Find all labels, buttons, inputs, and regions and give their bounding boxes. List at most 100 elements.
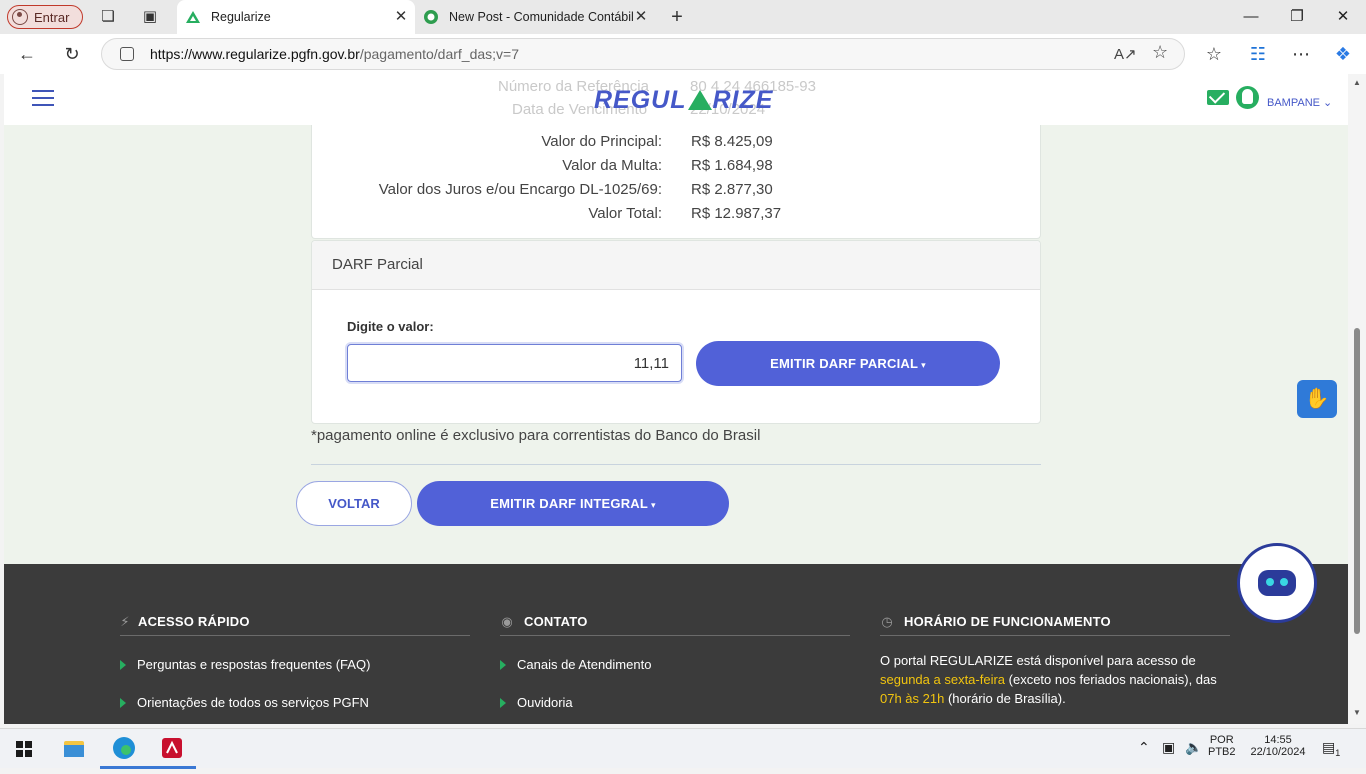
favorites-icon[interactable]: ☆ (1202, 43, 1226, 65)
restore-icon[interactable]: ❐ (1282, 6, 1312, 28)
address-bar[interactable]: https://www.regularize.pgfn.gov.br /paga… (101, 38, 1185, 70)
chatbot-robot-icon[interactable] (1237, 543, 1317, 623)
footer-divider (880, 635, 1230, 636)
bullet-icon (120, 660, 126, 670)
site-footer: ⚡ ACESSO RÁPIDO Perguntas e respostas fr… (4, 564, 1348, 724)
browser-tab-strip: Entrar ❏ ▣ Regularize ✕ New Post - Comun… (0, 0, 1366, 34)
total-label: Valor Total: (588, 205, 662, 222)
show-hidden-icons-icon[interactable]: ⌃ (1138, 739, 1150, 756)
language-indicator[interactable]: POR PTB2 (1208, 734, 1236, 758)
lightning-icon: ⚡ (120, 614, 130, 629)
user-icon[interactable] (1236, 86, 1259, 109)
favorite-star-icon[interactable]: ☆ (1152, 42, 1168, 63)
tab-actions-icon[interactable]: ▣ (140, 7, 160, 27)
url-path: /pagamento/darf_das;v=7 (359, 46, 520, 62)
menu-icon[interactable] (32, 90, 54, 106)
darf-parcial-title: DARF Parcial (332, 256, 423, 273)
accessibility-libras-icon[interactable]: ✋ (1297, 380, 1337, 418)
chat-bubble-icon: ◉ (501, 614, 513, 629)
hours-text: O portal REGULARIZE está disponível para… (880, 653, 1217, 706)
tab-title: Regularize (211, 10, 271, 24)
bullet-icon (120, 698, 126, 708)
canais-link[interactable]: Canais de Atendimento (517, 657, 651, 672)
acrobat-taskbar-button[interactable] (148, 729, 196, 769)
file-explorer-button[interactable] (50, 729, 98, 769)
refresh-icon[interactable]: ↻ (60, 43, 84, 65)
close-tab-icon[interactable]: ✕ (393, 9, 409, 25)
contact-title: CONTATO (524, 614, 588, 629)
principal-label: Valor do Principal: (541, 133, 662, 150)
juros-label: Valor dos Juros e/ou Encargo DL-1025/69: (378, 181, 662, 198)
caret-down-icon: ▾ (651, 500, 656, 510)
edge-taskbar-button[interactable] (100, 729, 148, 769)
quick-access-title: ACESSO RÁPIDO (138, 614, 250, 629)
summary-card-body: Valor do Principal: R$ 8.425,09 Valor da… (311, 125, 1041, 239)
value-input[interactable] (347, 344, 682, 382)
footer-divider (120, 635, 470, 636)
browser-toolbar: ← ↻ https://www.regularize.pgfn.gov.br /… (0, 34, 1366, 74)
new-tab-icon[interactable]: + (667, 7, 687, 27)
more-options-icon[interactable]: ⋯ (1289, 43, 1313, 65)
close-tab-icon[interactable]: ✕ (633, 9, 649, 25)
footer-divider (500, 635, 850, 636)
divider (311, 464, 1041, 465)
site-header-sticky: Número da Referência 80 4 24 466185-93 D… (4, 74, 1348, 125)
hours-title: HORÁRIO DE FUNCIONAMENTO (904, 614, 1111, 629)
regularize-favicon-icon (186, 11, 200, 23)
voltar-button[interactable]: VOLTAR (296, 481, 412, 526)
darf-parcial-header: DARF Parcial (312, 241, 1040, 290)
bullet-icon (500, 698, 506, 708)
emitir-darf-integral-button[interactable]: EMITIR DARF INTEGRAL ▾ (417, 481, 729, 526)
user-menu[interactable]: BAMPANE ⌄ (1267, 96, 1332, 109)
network-icon[interactable]: ▣ (1162, 739, 1175, 756)
read-aloud-icon[interactable]: A↗ (1114, 45, 1137, 63)
lock-icon (120, 47, 134, 61)
value-input-label: Digite o valor: (347, 319, 434, 334)
windows-logo-icon (16, 741, 32, 757)
emitir-darf-parcial-button[interactable]: EMITIR DARF PARCIAL ▾ (696, 341, 1000, 386)
page-body: Valor do Principal: R$ 8.425,09 Valor da… (4, 74, 1348, 724)
clock-icon: ◷ (881, 614, 893, 629)
close-window-icon[interactable]: ✕ (1328, 6, 1358, 28)
profile-button[interactable]: Entrar (7, 5, 83, 29)
total-value: R$ 12.987,37 (691, 205, 782, 222)
multa-value: R$ 1.684,98 (691, 157, 773, 174)
url-host: https://www.regularize.pgfn.gov.br (150, 46, 360, 62)
bullet-icon (500, 660, 506, 670)
copilot-icon[interactable]: ❖ (1331, 43, 1355, 65)
clock[interactable]: 14:55 22/10/2024 (1246, 734, 1310, 758)
juros-value: R$ 2.877,30 (691, 181, 773, 198)
tab-new-post[interactable]: New Post - Comunidade Contábil ✕ (415, 0, 655, 34)
logo-triangle-icon (687, 90, 712, 110)
windows-taskbar: ⌃ ▣ 🔈 POR PTB2 14:55 22/10/2024 ▤1 (0, 728, 1366, 769)
ouvidoria-link[interactable]: Ouvidoria (517, 695, 573, 710)
principal-value: R$ 8.425,09 (691, 133, 773, 150)
back-icon[interactable]: ← (15, 43, 39, 65)
edge-icon (113, 737, 135, 759)
profile-label: Entrar (34, 9, 70, 25)
folder-icon (64, 741, 84, 757)
multa-label: Valor da Multa: (562, 157, 662, 174)
mail-icon[interactable] (1207, 90, 1229, 105)
notifications-icon[interactable]: ▤1 (1322, 739, 1340, 758)
volume-icon[interactable]: 🔈 (1185, 739, 1202, 756)
tab-regularize[interactable]: Regularize ✕ (177, 0, 415, 34)
comunidade-favicon-icon (424, 10, 438, 24)
scroll-down-icon[interactable]: ▼ (1352, 708, 1362, 717)
profile-icon (12, 9, 28, 25)
scroll-up-icon[interactable]: ▲ (1352, 78, 1362, 87)
acrobat-icon (162, 738, 182, 758)
orientacoes-link[interactable]: Orientações de todos os serviços PGFN (137, 695, 369, 710)
regularize-logo[interactable]: REGUL RIZE (594, 86, 773, 115)
tab-title: New Post - Comunidade Contábil (449, 10, 634, 24)
minimize-icon[interactable]: — (1236, 6, 1266, 28)
scrollbar-thumb[interactable] (1354, 328, 1360, 634)
payment-note: *pagamento online é exclusivo para corre… (311, 427, 761, 444)
faq-link[interactable]: Perguntas e respostas frequentes (FAQ) (137, 657, 370, 672)
collections-icon[interactable]: ☷ (1246, 43, 1270, 65)
darf-parcial-card: DARF Parcial Digite o valor: EMITIR DARF… (311, 240, 1041, 424)
caret-down-icon: ▾ (921, 360, 926, 370)
workspaces-icon[interactable]: ❏ (98, 7, 118, 27)
page-scrollbar[interactable]: ▲ ▼ (1348, 74, 1366, 724)
start-button[interactable] (0, 729, 48, 769)
